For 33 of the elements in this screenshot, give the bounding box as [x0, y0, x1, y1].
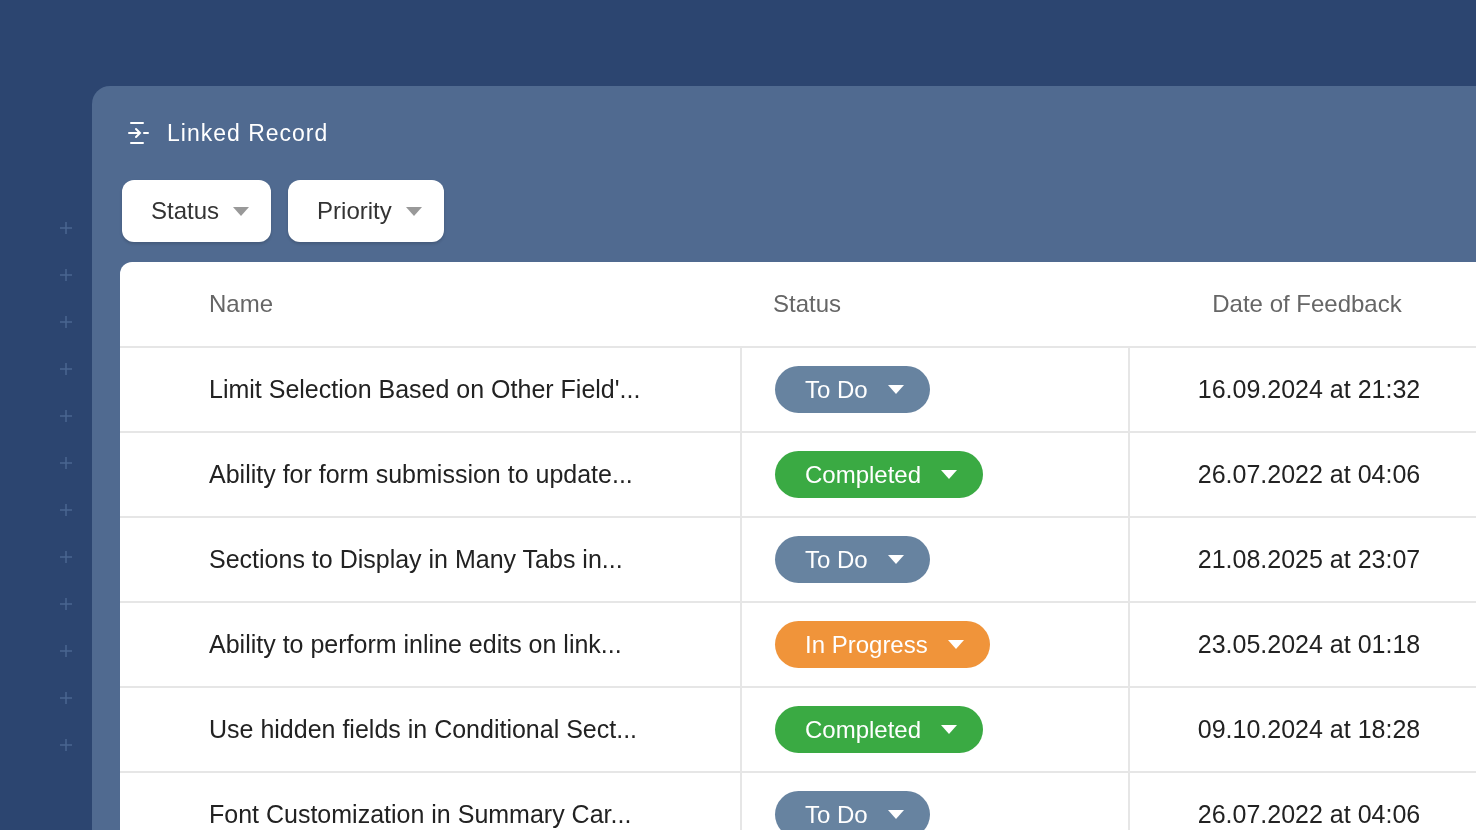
caret-icon — [887, 810, 904, 819]
badge-picker[interactable]: In Progress — [775, 621, 990, 668]
column-header: Status — [773, 290, 842, 318]
filter-dropdown[interactable]: Priority — [288, 180, 444, 242]
table-cell: Ability to perform inline edits on link... — [209, 630, 622, 659]
table-cell: 23.05.2024 at 01:18 — [1197, 630, 1421, 659]
table-cell: 09.10.2024 at 18:28 — [1197, 715, 1421, 744]
column-header: Date of Feedback — [1212, 290, 1402, 318]
table-cell: 26.07.2022 at 04:06 — [1197, 800, 1421, 829]
filter-dropdown[interactable]: Status — [122, 180, 272, 242]
panel-title: Linked Record — [167, 119, 329, 147]
caret-icon — [941, 725, 958, 734]
badge-picker[interactable]: Completed — [775, 451, 984, 498]
badge-picker[interactable]: To Do — [775, 366, 930, 413]
caret-icon — [233, 206, 250, 216]
caret-icon — [887, 555, 904, 564]
table-cell: Font Customization in Summary Car... — [209, 800, 632, 829]
caret-icon — [941, 470, 958, 479]
table-cell: Sections to Display in Many Tabs in... — [209, 545, 623, 574]
caret-icon — [887, 385, 904, 394]
table-cell: 21.08.2025 at 23:07 — [1197, 545, 1421, 574]
badge-picker[interactable]: To Do — [775, 536, 930, 583]
table-cell: 26.07.2022 at 04:06 — [1197, 460, 1421, 489]
caret-icon — [947, 640, 964, 649]
caret-icon — [405, 206, 422, 216]
badge-picker[interactable]: To Do — [775, 791, 930, 830]
column-header: Name — [209, 290, 274, 318]
table-cell: Ability for form submission to update... — [209, 460, 633, 489]
table-cell: Limit Selection Based on Other Field'... — [209, 375, 641, 404]
table-cell: 16.09.2024 at 21:32 — [1197, 375, 1421, 404]
table-cell: Use hidden fields in Conditional Sect... — [209, 715, 638, 744]
link-icon — [125, 121, 151, 145]
badge-picker[interactable]: Completed — [775, 706, 984, 753]
